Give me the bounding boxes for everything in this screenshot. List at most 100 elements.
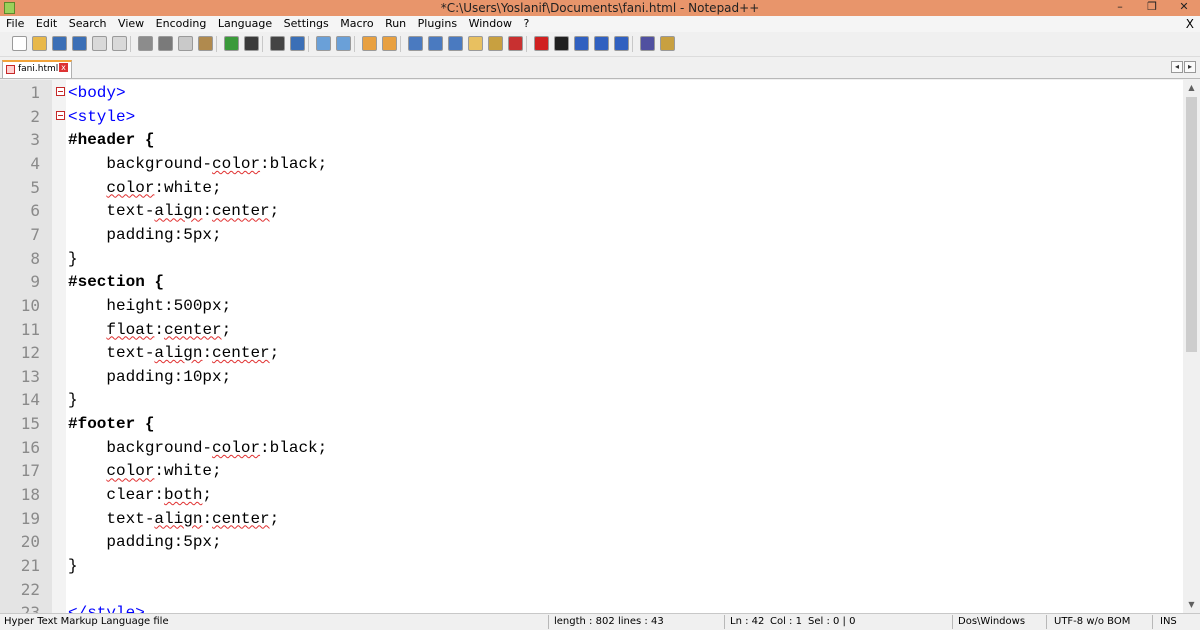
code-line[interactable]: 3 #header {: [0, 128, 1180, 152]
play-macro-icon[interactable]: [574, 36, 589, 51]
minimize-button[interactable]: –: [1104, 0, 1136, 16]
code-text: text-align:center;: [68, 344, 280, 363]
code-line[interactable]: 12 text-align:center;: [0, 341, 1180, 365]
menu-edit[interactable]: Edit: [33, 16, 60, 32]
print-icon[interactable]: [138, 36, 153, 51]
code-line[interactable]: 9 #section {: [0, 270, 1180, 294]
code-line[interactable]: 13 padding:10px;: [0, 365, 1180, 389]
plugin-icon[interactable]: [660, 36, 675, 51]
code-line[interactable]: 2 <style>: [0, 105, 1180, 129]
code-text: <style>: [68, 107, 136, 126]
code-line[interactable]: 5 color:white;: [0, 176, 1180, 200]
zoom-in-icon[interactable]: [316, 36, 331, 51]
copy-icon[interactable]: [178, 36, 193, 51]
toolbar-separator: [130, 36, 131, 52]
code-text: padding:5px;: [68, 533, 222, 552]
code-line[interactable]: 6 text-align:center;: [0, 199, 1180, 223]
close-window-button[interactable]: ✕: [1168, 0, 1200, 16]
status-encoding: UTF-8 w/o BOM: [1054, 616, 1131, 627]
paste-icon[interactable]: [198, 36, 213, 51]
scroll-up-icon[interactable]: ▲: [1183, 80, 1200, 96]
zoom-out-icon[interactable]: [336, 36, 351, 51]
code-line[interactable]: 14}: [0, 388, 1180, 412]
line-number: 19: [20, 508, 40, 528]
stop-macro-icon[interactable]: [554, 36, 569, 51]
code-line[interactable]: 18 clear:both;: [0, 483, 1180, 507]
function-list-icon[interactable]: [508, 36, 523, 51]
code-line[interactable]: 21}: [0, 554, 1180, 578]
menu-search[interactable]: Search: [66, 16, 110, 32]
line-number: 18: [20, 485, 40, 505]
menu-file[interactable]: File: [0, 16, 27, 32]
close-icon[interactable]: [92, 36, 107, 51]
open-file-icon[interactable]: [32, 36, 47, 51]
code-editor[interactable]: 1 <body> 2 <style> 3 #header {4 background-co…: [0, 80, 1200, 613]
tab-close-icon[interactable]: x: [59, 63, 68, 72]
fold-toggle-icon[interactable]: [56, 87, 65, 96]
close-all-icon[interactable]: [112, 36, 127, 51]
code-line[interactable]: 19 text-align:center;: [0, 507, 1180, 531]
vertical-scrollbar[interactable]: ▲ ▼: [1183, 80, 1200, 613]
menu-encoding[interactable]: Encoding: [153, 16, 210, 32]
new-file-icon[interactable]: [12, 36, 27, 51]
code-line[interactable]: 1 <body>: [0, 81, 1180, 105]
code-text: }: [68, 249, 78, 268]
menu-settings[interactable]: Settings: [281, 16, 332, 32]
word-wrap-icon[interactable]: [408, 36, 423, 51]
save-icon[interactable]: [52, 36, 67, 51]
cut-icon[interactable]: [158, 36, 173, 51]
code-line[interactable]: 8}: [0, 247, 1180, 271]
sync-vertical-icon[interactable]: [362, 36, 377, 51]
find-icon[interactable]: [270, 36, 285, 51]
menu-run[interactable]: Run: [382, 16, 409, 32]
code-line[interactable]: 20 padding:5px;: [0, 530, 1180, 554]
menu-window[interactable]: Window: [466, 16, 515, 32]
doc-map-icon[interactable]: [488, 36, 503, 51]
code-line[interactable]: 23 </style>: [0, 601, 1180, 613]
menu-view[interactable]: View: [115, 16, 147, 32]
redo-icon[interactable]: [244, 36, 259, 51]
show-all-chars-icon[interactable]: [428, 36, 443, 51]
code-line[interactable]: 4 background-color:black;: [0, 152, 1180, 176]
menu-macro[interactable]: Macro: [337, 16, 376, 32]
line-number: 11: [20, 319, 40, 339]
code-line[interactable]: 16 background-color:black;: [0, 436, 1180, 460]
record-macro-icon[interactable]: [534, 36, 549, 51]
menu-language[interactable]: Language: [215, 16, 275, 32]
fold-toggle-icon[interactable]: [56, 110, 65, 120]
save-all-icon[interactable]: [72, 36, 87, 51]
code-line[interactable]: 15 #footer {: [0, 412, 1180, 436]
line-number: 12: [20, 343, 40, 363]
tab-navigation: ◂ ▸: [1170, 61, 1196, 73]
undo-icon[interactable]: [224, 36, 239, 51]
code-line[interactable]: 7 padding:5px;: [0, 223, 1180, 247]
code-text: }: [68, 391, 78, 410]
maximize-button[interactable]: ❐: [1136, 0, 1168, 16]
user-language-icon[interactable]: [468, 36, 483, 51]
sync-horizontal-icon[interactable]: [382, 36, 397, 51]
indent-guide-icon[interactable]: [448, 36, 463, 51]
code-line[interactable]: 17 color:white;: [0, 459, 1180, 483]
run-macro-multiple-icon[interactable]: [594, 36, 609, 51]
menu-help[interactable]: ?: [520, 16, 532, 32]
line-number: 3: [30, 130, 40, 150]
line-number: 23: [20, 603, 40, 613]
tab-scroll-left-button[interactable]: ◂: [1171, 61, 1183, 73]
code-line[interactable]: 11 float:center;: [0, 318, 1180, 342]
status-length: length : 802: [554, 616, 615, 627]
spell-check-icon[interactable]: [640, 36, 655, 51]
scroll-down-icon[interactable]: ▼: [1183, 597, 1200, 613]
replace-icon[interactable]: [290, 36, 305, 51]
scrollbar-thumb[interactable]: [1186, 97, 1197, 352]
tab-fani-html[interactable]: fani.html x: [2, 60, 72, 78]
toolbar-separator: [354, 36, 355, 52]
modified-file-icon: [6, 65, 15, 74]
menu-plugins[interactable]: Plugins: [415, 16, 460, 32]
code-text: text-align:center;: [68, 509, 280, 528]
line-number: 1: [30, 83, 40, 102]
close-document-button[interactable]: X: [1186, 16, 1194, 32]
save-macro-icon[interactable]: [614, 36, 629, 51]
code-line[interactable]: 22: [0, 578, 1180, 602]
tab-scroll-right-button[interactable]: ▸: [1184, 61, 1196, 73]
code-line[interactable]: 10 height:500px;: [0, 294, 1180, 318]
